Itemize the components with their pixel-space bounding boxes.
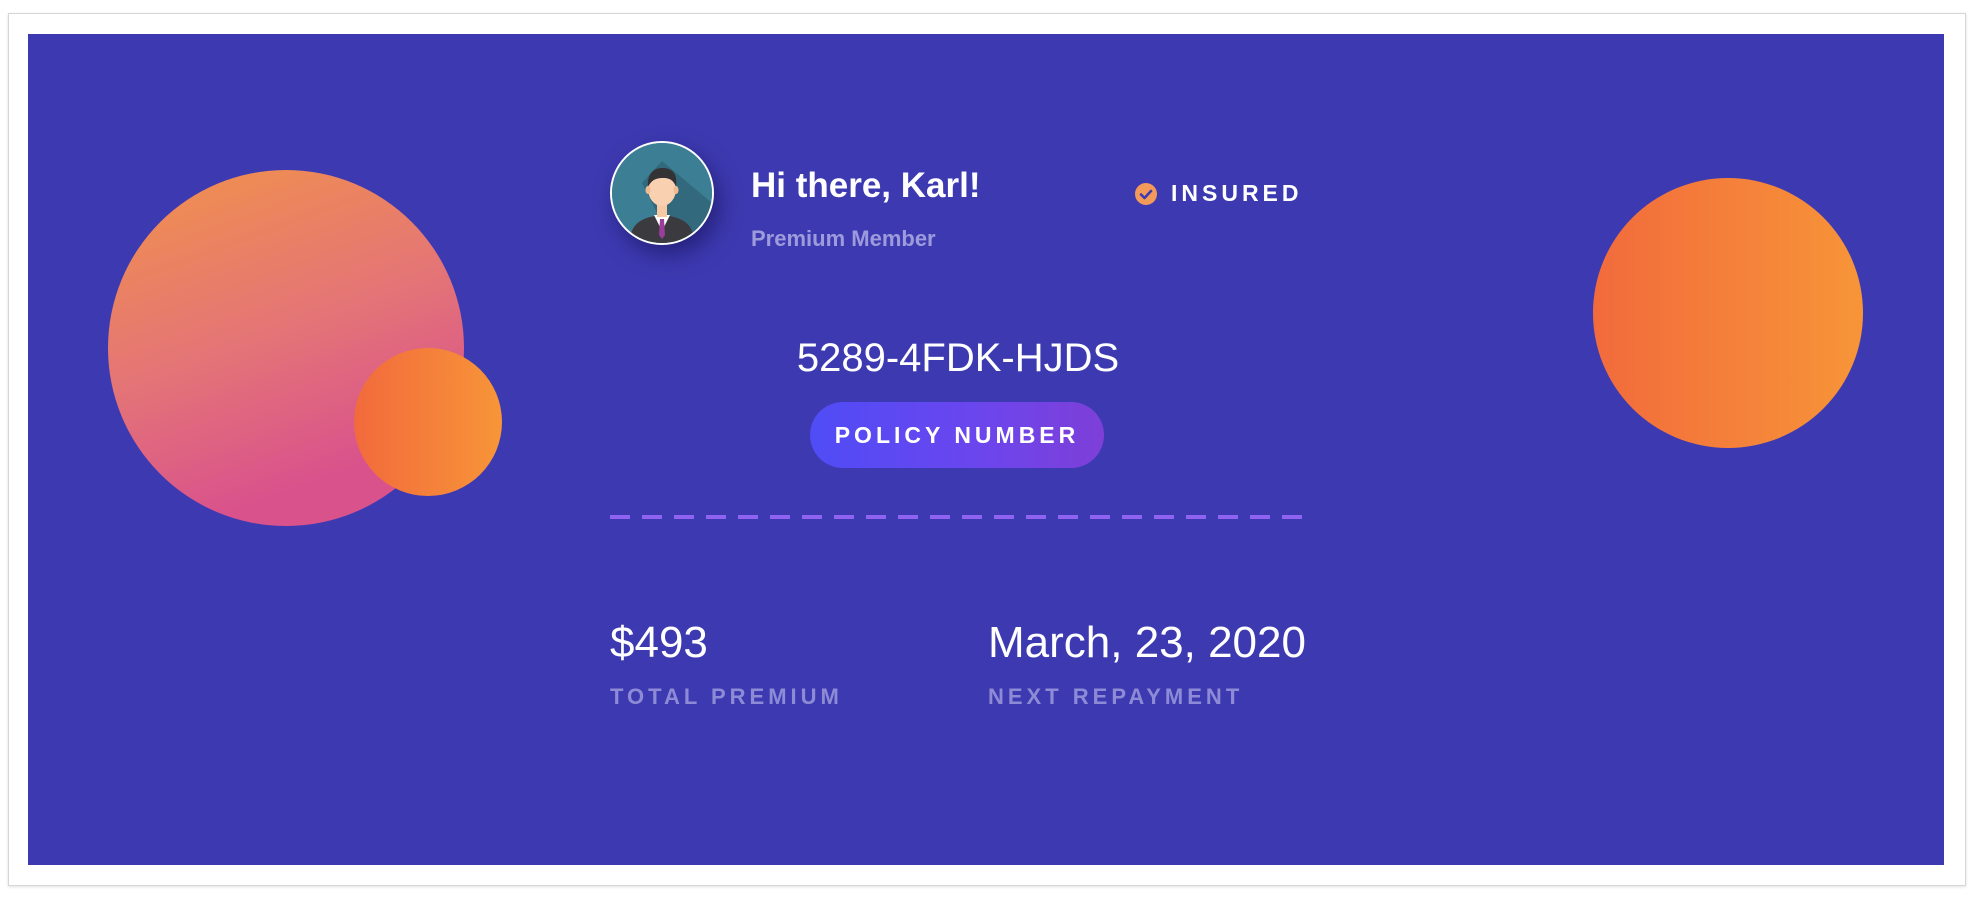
policy-number-button[interactable]: POLICY NUMBER <box>810 402 1104 468</box>
greeting-title: Hi there, Karl! <box>751 166 981 205</box>
membership-label: Premium Member <box>751 226 936 251</box>
decorative-circle-right <box>1593 178 1863 448</box>
status-label: INSURED <box>1171 180 1303 206</box>
status-badge: INSURED <box>1135 180 1303 207</box>
next-repayment-label: NEXT REPAYMENT <box>988 684 1244 709</box>
dashed-divider <box>610 515 1306 519</box>
businessman-avatar-icon <box>612 143 712 243</box>
check-circle-icon <box>1135 182 1157 205</box>
total-premium-label: TOTAL PREMIUM <box>610 684 843 709</box>
total-premium-value: $493 <box>610 618 708 667</box>
policy-number: 5289-4FDK-HJDS <box>796 336 1120 380</box>
decorative-circle-small <box>354 348 502 496</box>
next-repayment-value: March, 23, 2020 <box>988 618 1306 667</box>
avatar[interactable] <box>610 141 714 245</box>
